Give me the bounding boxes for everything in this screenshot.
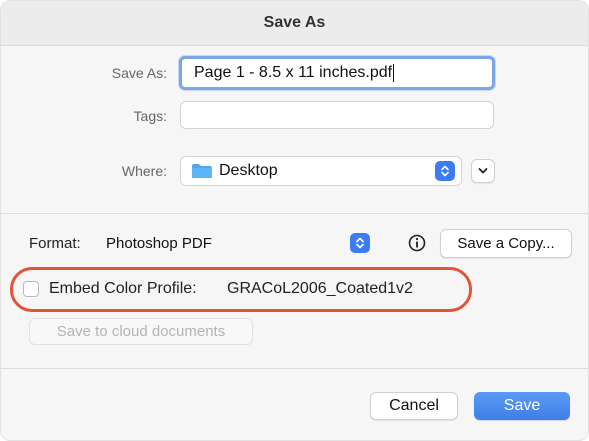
tags-field[interactable] bbox=[180, 101, 494, 129]
text-caret bbox=[393, 64, 395, 82]
save-button[interactable]: Save bbox=[474, 392, 570, 420]
format-label: Format: bbox=[29, 235, 81, 252]
embed-color-profile-checkbox[interactable] bbox=[23, 281, 39, 297]
save-to-cloud-button[interactable]: Save to cloud documents bbox=[29, 318, 253, 345]
where-label: Where: bbox=[121, 163, 167, 179]
save-as-label: Save As: bbox=[111, 65, 167, 81]
format-select[interactable]: Photoshop PDF bbox=[96, 229, 374, 257]
footer-divider bbox=[1, 368, 588, 369]
format-stepper-icon bbox=[350, 233, 370, 253]
folder-icon bbox=[192, 164, 212, 178]
dialog-title: Save As bbox=[1, 1, 588, 46]
save-a-copy-button[interactable]: Save a Copy... bbox=[440, 229, 572, 258]
save-as-dialog: Save As Save As: Page 1 - 8.5 x 11 inche… bbox=[0, 0, 589, 441]
save-as-value: Page 1 - 8.5 x 11 inches.pdf bbox=[194, 64, 393, 81]
info-button[interactable] bbox=[404, 230, 430, 256]
chevron-down-icon bbox=[478, 168, 488, 174]
embed-color-profile-label: Embed Color Profile: bbox=[49, 280, 197, 297]
where-stepper-icon bbox=[435, 161, 455, 181]
format-value: Photoshop PDF bbox=[106, 234, 212, 252]
section-divider bbox=[1, 213, 588, 214]
expand-dialog-button[interactable] bbox=[471, 159, 495, 183]
embed-color-profile-value: GRACoL2006_Coated1v2 bbox=[227, 280, 413, 297]
where-value: Desktop bbox=[219, 162, 278, 179]
cancel-button[interactable]: Cancel bbox=[370, 392, 458, 420]
tags-label: Tags: bbox=[133, 108, 167, 124]
info-icon bbox=[408, 234, 426, 252]
where-select[interactable]: Desktop bbox=[180, 156, 462, 186]
save-as-field[interactable]: Page 1 - 8.5 x 11 inches.pdf bbox=[179, 56, 495, 90]
